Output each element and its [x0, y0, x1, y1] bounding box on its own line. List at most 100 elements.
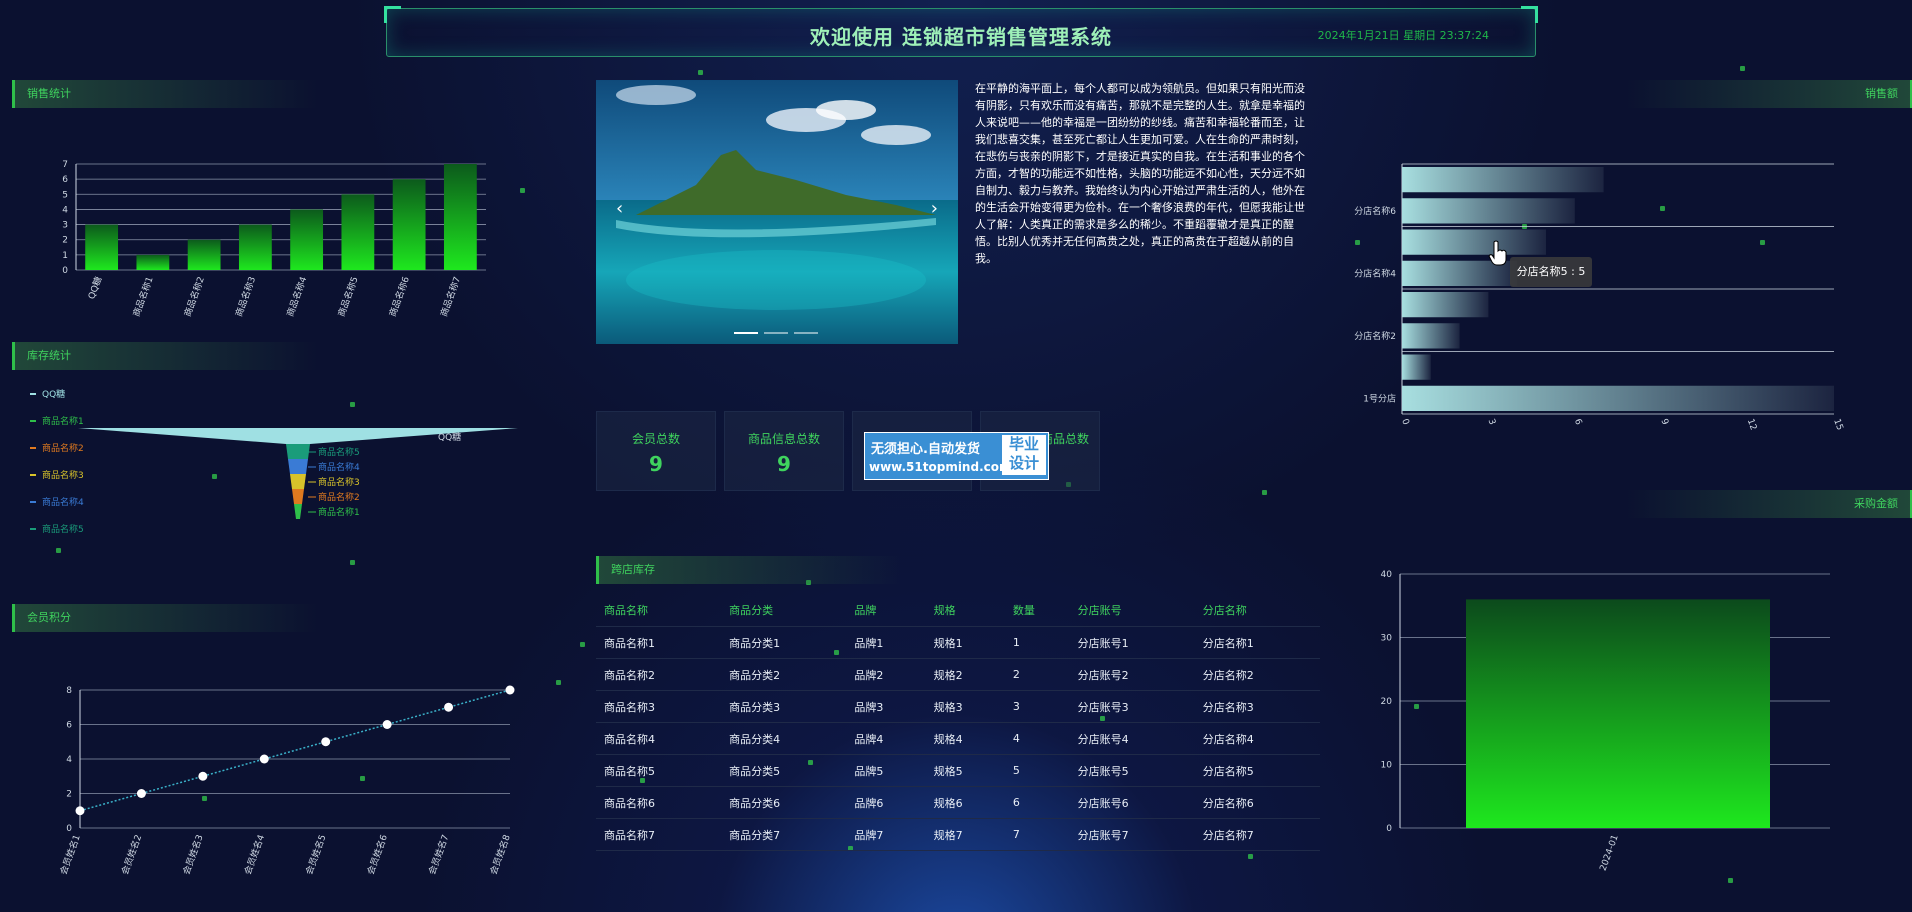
image-carousel[interactable]: ‹ ›: [596, 80, 958, 344]
island-image: [596, 80, 958, 344]
y-tick-label: 6: [66, 721, 72, 731]
table-cell: 规格4: [925, 722, 1005, 755]
decor-dot: [520, 188, 525, 193]
table-cell: 分店账号6: [1069, 786, 1195, 819]
intro-paragraph: 在平静的海平面上，每个人都可以成为领航员。但如果只有阳光而没有阴影，只有欢乐而没…: [975, 82, 1305, 265]
y-tick-label: 30: [1381, 634, 1393, 644]
table-cell: 分店名称5: [1194, 754, 1320, 787]
col-header: 分店名称: [1194, 594, 1320, 627]
legend-item: 商品名称2: [42, 442, 84, 454]
table-cell: 商品名称3: [596, 690, 722, 723]
col-header: 分店账号: [1069, 594, 1195, 627]
carousel-prev-arrow[interactable]: ‹: [616, 198, 623, 219]
bar: [1402, 292, 1489, 318]
x-tick-label: 商品名称4: [284, 275, 310, 319]
table-cell: 规格5: [925, 754, 1005, 787]
col-header: 品牌: [846, 594, 926, 627]
table-cell: 品牌7: [846, 818, 926, 851]
watermark-badge-2: 设计: [1008, 454, 1039, 472]
table-cell: 分店账号4: [1069, 722, 1195, 755]
x-tick-label: QQ糖: [85, 275, 104, 301]
chart-tooltip: 分店名称5 : 5: [1510, 257, 1592, 287]
x-tick-label: 商品名称3: [233, 275, 259, 318]
x-tick-label: 2024-01: [1599, 834, 1621, 873]
funnel-label: 商品名称5: [318, 446, 360, 458]
data-point: [382, 720, 392, 729]
x-tick-label: 商品名称5: [335, 275, 361, 318]
bar: [1402, 354, 1431, 380]
decor-dot: [1740, 66, 1745, 71]
y-tick-label: 8: [66, 686, 72, 696]
funnel-label: 商品名称3: [318, 476, 360, 488]
y-tick-label: 1号分店: [1363, 392, 1396, 404]
stat-label: 会员总数: [631, 432, 680, 446]
hand-cursor-icon: [1488, 240, 1507, 266]
y-tick-label: 分店名称4: [1354, 267, 1396, 279]
carousel-indicator-1[interactable]: [734, 332, 758, 334]
inventory-funnel-chart: QQ糖商品名称1商品名称2商品名称3商品名称4商品名称5QQ糖商品名称5商品名称…: [30, 388, 518, 535]
x-tick-label: 商品名称2: [181, 275, 207, 318]
watermark-banner: 无须担心.自动发货 www.51topmind.com 毕业 设计: [864, 432, 1049, 480]
x-tick-label: 会员姓名3: [180, 833, 206, 876]
funnel-slice: [290, 474, 306, 489]
watermark-badge-1: 毕业: [1008, 435, 1039, 453]
table-cell: 规格2: [925, 658, 1005, 691]
y-tick-label: 1: [62, 251, 68, 261]
x-tick-label: 会员姓名6: [364, 833, 390, 877]
carousel-indicator-2[interactable]: [764, 332, 788, 334]
table-cell: 商品名称6: [596, 786, 722, 819]
carousel-next-arrow[interactable]: ›: [931, 198, 938, 219]
bar: [187, 239, 221, 270]
store-stock-table: 商品名称 商品分类 品牌 规格 数量 分店账号 分店名称 商品名称1 商品分类1 品…: [596, 594, 1320, 851]
table-cell: 商品分类5: [721, 754, 847, 787]
table-cell: 商品名称2: [596, 658, 722, 691]
y-tick-label: 分店名称6: [1354, 205, 1396, 217]
bar: [290, 209, 324, 270]
decor-dot: [350, 560, 355, 565]
bar: [341, 194, 375, 270]
stat-label: 商品总数: [1041, 432, 1090, 446]
table-cell: 5: [1004, 754, 1070, 787]
decor-dot: [1248, 854, 1253, 859]
datetime: 2024年1月21日 星期日 23:37:24: [1317, 29, 1489, 42]
bar: [238, 224, 272, 270]
sales-bar-chart: 0 1 2 3 4 5 6 7 QQ糖 商品名称1 商品名称2 商品名称3 商品名称4 商品名称5 商品名称…: [62, 160, 486, 319]
carousel-indicator-3[interactable]: [794, 332, 818, 334]
legend-item: 商品名称5: [42, 523, 84, 535]
table-row: 商品名称5 商品分类5 品牌5 规格5 5 分店账号5 分店名称5: [596, 754, 1320, 787]
purchase-amount-bar-chart: 0 10 20 30 40 2024-01: [1381, 570, 1830, 873]
y-tick-label: 5: [62, 190, 68, 200]
funnel-label: 商品名称4: [318, 461, 360, 473]
bar: [1402, 229, 1546, 255]
legend-item: QQ糖: [42, 388, 65, 400]
table-cell: 分店名称4: [1194, 722, 1320, 755]
x-tick-label: 12: [1745, 418, 1758, 432]
y-tick-label: 分店名称2: [1354, 330, 1396, 342]
x-tick-label: 会员姓名5: [303, 833, 329, 876]
section-store-stock: 跨店库存: [596, 556, 901, 584]
table-header-row: 商品名称 商品分类 品牌 规格 数量 分店账号 分店名称: [596, 594, 1320, 627]
data-point: [505, 685, 515, 695]
funnel-slice: [286, 444, 310, 459]
decor-dot: [698, 70, 703, 75]
table-cell: 1: [1004, 626, 1070, 659]
data-point: [259, 754, 269, 764]
table-cell: 分店账号3: [1069, 690, 1195, 723]
funnel-slice: [292, 489, 304, 504]
y-tick-label: 10: [1381, 761, 1393, 771]
table-cell: 2: [1004, 658, 1070, 691]
x-tick-label: 商品名称7: [438, 275, 464, 318]
table-row: 商品名称7 商品分类7 品牌7 规格7 7 分店账号7 分店名称7: [596, 818, 1320, 851]
decor-dot: [1262, 490, 1267, 495]
stat-card-products: 商品信息总数 9: [724, 411, 844, 491]
y-tick-label: 0: [66, 824, 72, 834]
stat-value: 9: [649, 452, 663, 476]
funnel-label: QQ糖: [438, 431, 461, 443]
table-cell: 分店账号2: [1069, 658, 1195, 691]
bar: [1402, 167, 1604, 193]
bar: [1402, 385, 1834, 411]
table-cell: 商品分类2: [721, 658, 847, 691]
section-purchase-amount: 采购金额: [1626, 490, 1912, 518]
section-sales-stats: 销售统计: [12, 80, 317, 108]
x-tick-label: 0: [1399, 418, 1410, 427]
